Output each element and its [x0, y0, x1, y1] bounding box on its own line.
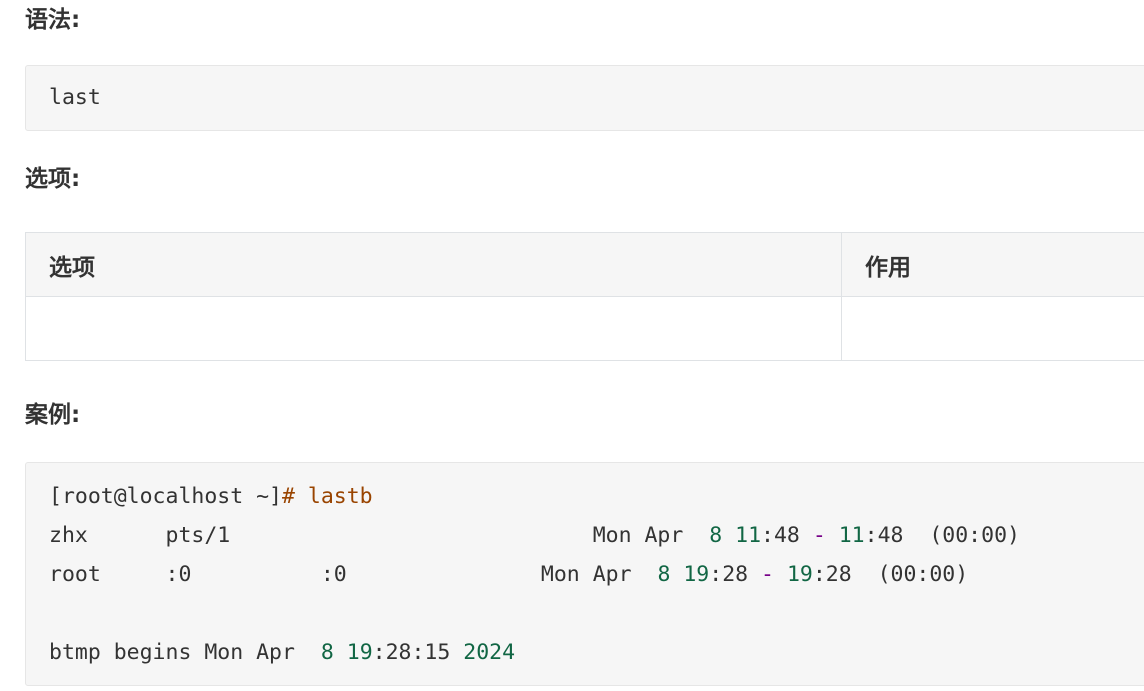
btmp-footer-line: btmp begins Mon Apr 8 19:28:15 2024 — [49, 640, 516, 665]
example-heading: 案例: — [25, 402, 81, 428]
table-cell — [25, 296, 842, 361]
column-header-effect: 作用 — [841, 232, 1144, 297]
output-line: zhx pts/1 Mon Apr 8 11:48 - 11:48 (00:00… — [49, 523, 1020, 548]
output-line: root :0 :0 Mon Apr 8 19:28 - 19:28 (00:0… — [49, 562, 969, 587]
options-heading: 选项: — [25, 166, 81, 192]
command-text: lastb — [307, 484, 373, 509]
prompt-hash: # — [282, 484, 295, 509]
example-code-block: [root@localhost ~]# lastb zhx pts/1 Mon … — [25, 462, 1144, 686]
column-header-option: 选项 — [25, 232, 842, 297]
table-header-row: 选项 作用 — [25, 232, 1144, 297]
options-table: 选项 作用 — [25, 232, 1144, 361]
table-cell — [841, 296, 1144, 361]
syntax-code-block: last — [25, 65, 1144, 131]
syntax-heading: 语法: — [25, 7, 81, 33]
shell-prompt: [root@localhost ~] — [49, 484, 282, 509]
syntax-code: last — [49, 85, 101, 110]
table-row — [25, 296, 1144, 361]
example-code: [root@localhost ~]# lastb zhx pts/1 Mon … — [26, 463, 1144, 672]
